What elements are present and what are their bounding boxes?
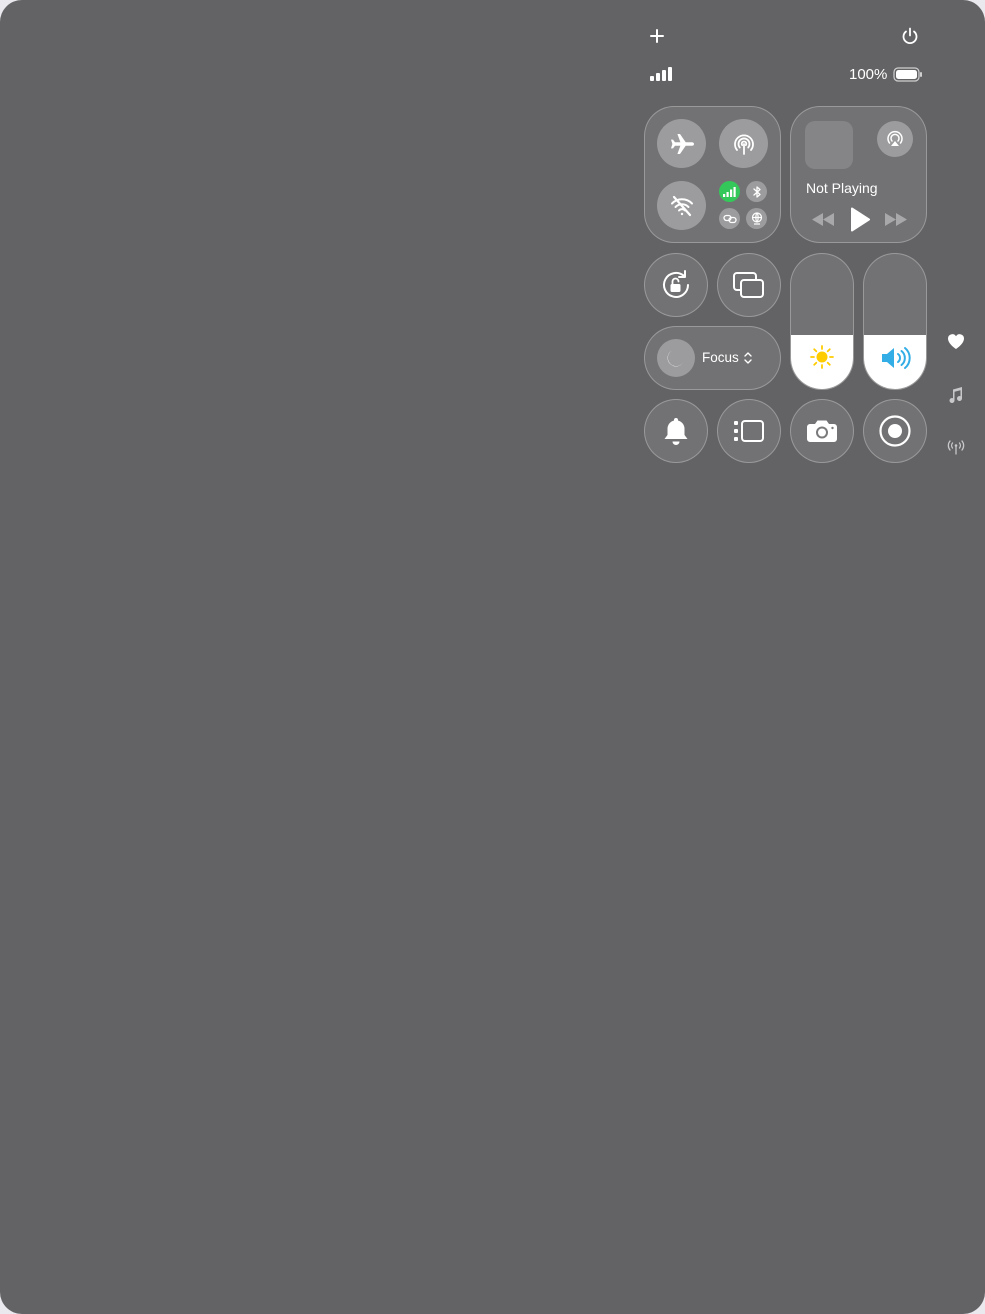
power-icon[interactable] — [899, 25, 921, 47]
wifi-off-icon — [669, 193, 695, 219]
airplay-icon — [885, 129, 905, 149]
cellular-icon — [723, 186, 736, 197]
screen-mirroring-button[interactable] — [717, 253, 781, 317]
airplane-icon — [669, 131, 695, 157]
stage-manager-button[interactable] — [717, 399, 781, 463]
signal-bars-icon — [650, 67, 674, 81]
airplane-mode-button[interactable] — [657, 119, 706, 168]
vpn-button[interactable] — [746, 208, 767, 229]
rotation-lock-icon — [658, 267, 694, 303]
heart-icon[interactable] — [947, 333, 965, 350]
focus-label: Focus — [702, 350, 739, 365]
rewind-button[interactable] — [811, 212, 835, 227]
bell-icon — [662, 416, 690, 446]
stage-manager-icon — [733, 419, 765, 443]
chevron-updown-icon — [743, 351, 753, 365]
vpn-icon — [751, 212, 763, 225]
plus-icon[interactable] — [646, 25, 668, 47]
focus-moon-circle — [657, 339, 695, 377]
rewind-icon — [811, 212, 835, 227]
silent-mode-button[interactable] — [644, 399, 708, 463]
airplay-button[interactable] — [877, 121, 913, 157]
album-artwork[interactable] — [805, 121, 853, 169]
airdrop-icon — [731, 131, 757, 157]
airdrop-button[interactable] — [719, 119, 768, 168]
moon-icon — [665, 347, 687, 369]
camera-button[interactable] — [790, 399, 854, 463]
bluetooth-icon — [752, 185, 762, 199]
sun-icon — [808, 343, 836, 371]
battery-icon — [893, 67, 923, 82]
personal-hotspot-button[interactable] — [719, 208, 740, 229]
antenna-icon[interactable] — [946, 439, 966, 455]
screen-record-icon — [878, 414, 912, 448]
bluetooth-button[interactable] — [746, 181, 767, 202]
camera-icon — [806, 418, 838, 444]
battery-percentage: 100% — [849, 66, 888, 83]
personal-hotspot-icon — [722, 214, 737, 224]
play-icon — [849, 207, 871, 232]
speaker-icon — [880, 345, 912, 371]
screen-record-button[interactable] — [863, 399, 927, 463]
fast-forward-icon — [884, 212, 908, 227]
fast-forward-button[interactable] — [884, 212, 908, 227]
now-playing-label: Not Playing — [806, 180, 878, 196]
wifi-button[interactable] — [657, 181, 706, 230]
screen-mirroring-icon — [732, 270, 766, 300]
cellular-button[interactable] — [719, 181, 740, 202]
rotation-lock-button[interactable] — [644, 253, 708, 317]
control-center-screen: 100% Not Playing Focus — [0, 0, 985, 1314]
music-note-icon[interactable] — [948, 386, 964, 404]
play-button[interactable] — [849, 207, 871, 232]
